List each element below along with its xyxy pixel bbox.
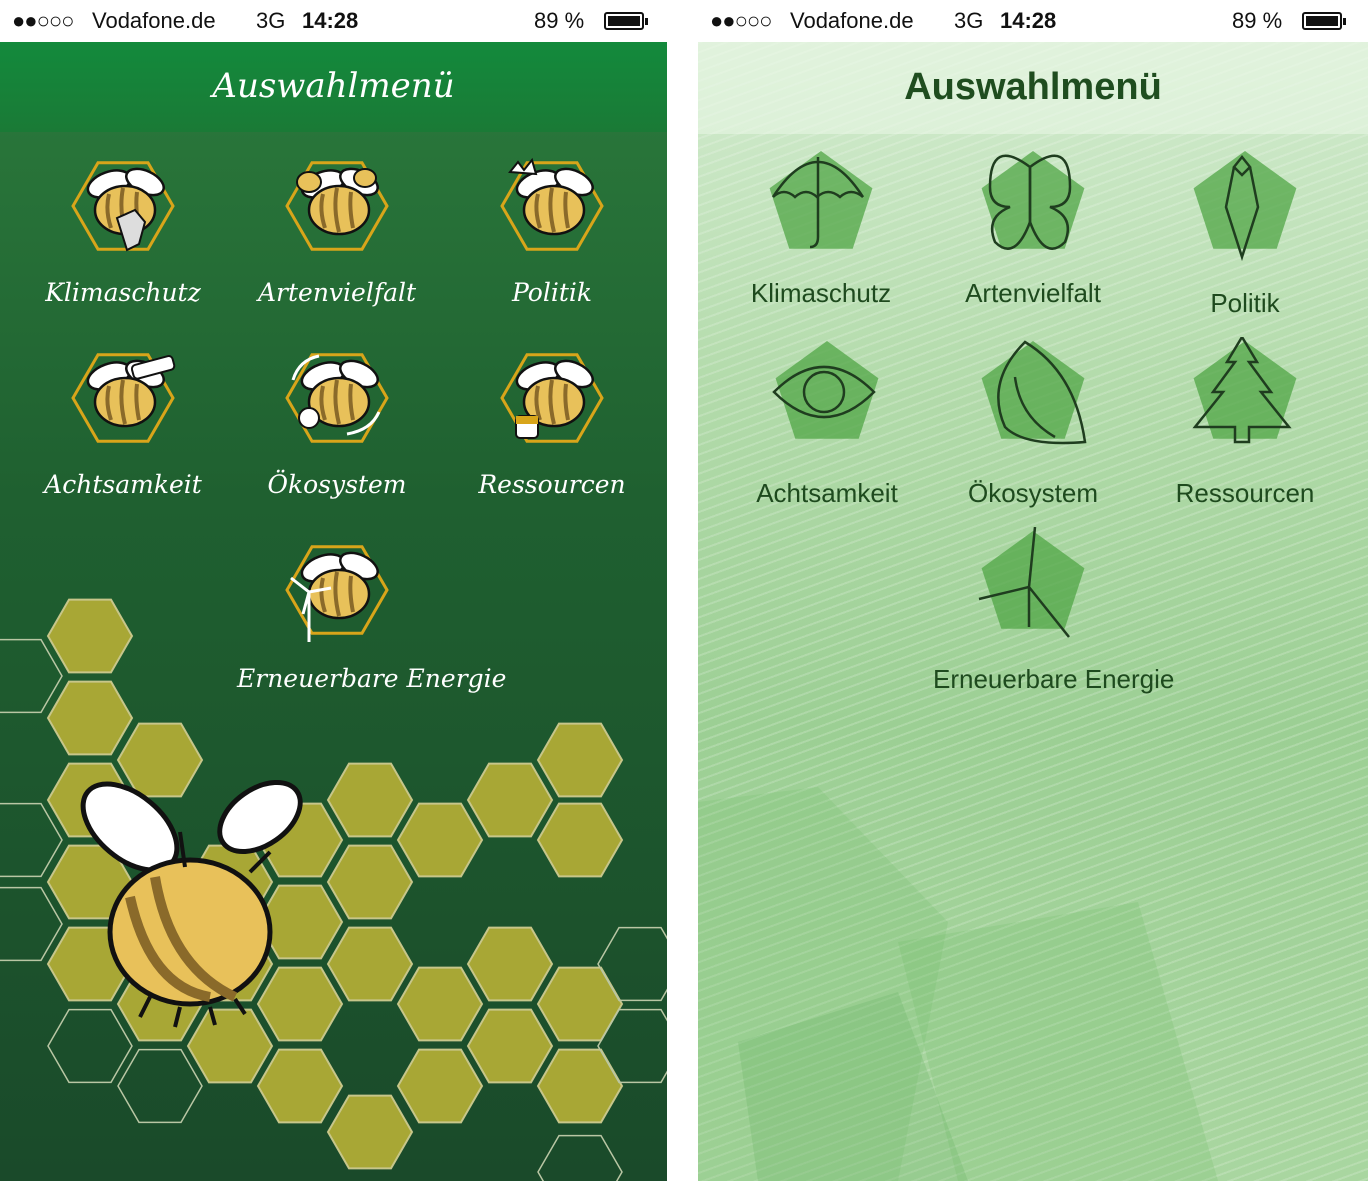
header-bar: Auswahlmenü — [0, 42, 667, 132]
right-phone-screen: ●●○○○ Vodafone.de 3G 14:28 89 % Auswahlm… — [698, 0, 1368, 1181]
menu-item-label: Ressourcen — [478, 470, 626, 499]
honeycomb-cell — [466, 926, 554, 1002]
fountain-pen-icon — [1193, 151, 1297, 262]
menu-item-erneuerbare-energie[interactable]: Erneuerbare Energie — [933, 526, 1174, 704]
menu-item-label: Klimaschutz — [45, 278, 201, 307]
umbrella-icon — [769, 151, 873, 249]
bee-honey-pot-icon — [500, 353, 604, 443]
bee-wind-turbine-icon — [285, 545, 389, 642]
honeycomb-cell — [536, 722, 624, 798]
honeycomb-cell — [396, 1048, 484, 1124]
leaf-icon — [981, 340, 1087, 445]
menu-item-label: Artenvielfalt — [257, 278, 417, 307]
honeycomb-cell — [46, 680, 134, 756]
menu-item-ökosystem[interactable]: Ökosystem — [267, 340, 407, 510]
bee-crown-icon — [500, 157, 604, 251]
wind-turbine-icon — [978, 526, 1085, 638]
menu-item-label: Erneuerbare Energie — [933, 664, 1175, 694]
butterfly-icon — [981, 151, 1085, 250]
honeycomb-cell — [0, 638, 63, 714]
honeycomb-cell — [396, 802, 484, 878]
menu-item-label: Achtsamkeit — [756, 478, 898, 508]
battery-percent: 89 % — [1232, 8, 1283, 33]
menu-item-label: Klimaschutz — [750, 278, 892, 308]
network-type: 3G — [256, 8, 286, 33]
signal-strength: ●●○○○ — [12, 8, 74, 33]
left-phone-screen: ●●○○○ Vodafone.de 3G 14:28 89 % Auswahlm… — [0, 0, 667, 1181]
menu-item-klimaschutz[interactable]: Klimaschutz — [45, 148, 201, 318]
menu-item-politik[interactable]: Politik — [492, 148, 612, 318]
carrier-name: Vodafone.de — [92, 8, 216, 33]
honeycomb-cell — [117, 1048, 203, 1124]
menu-item-label: Ökosystem — [967, 478, 1099, 508]
battery-icon — [604, 12, 648, 30]
battery-percent: 89 % — [534, 8, 585, 33]
bee-flower-cycle-icon — [285, 353, 389, 443]
menu-item-erneuerbare-energie[interactable]: Erneuerbare Energie — [237, 532, 506, 704]
clock: 14:28 — [1000, 8, 1057, 33]
menu-screen: Auswahlmenü Klimaschutz Artenvielfalt Poli… — [698, 42, 1368, 1181]
honeycomb-cell — [0, 886, 63, 962]
status-bar: ●●○○○ Vodafone.de 3G 14:28 89 % — [0, 0, 667, 42]
honeycomb-cell — [466, 1008, 554, 1084]
network-type: 3G — [954, 8, 984, 33]
menu-item-ressourcen[interactable]: Ressourcen — [1176, 334, 1314, 518]
menu-item-label: Ökosystem — [267, 470, 407, 499]
honeycomb-cell — [46, 598, 134, 674]
honeycomb-cell — [466, 762, 554, 838]
menu-item-klimaschutz[interactable]: Klimaschutz — [751, 147, 891, 318]
honeycomb-cell — [0, 802, 63, 878]
fir-tree-icon — [1192, 334, 1297, 444]
clock: 14:28 — [302, 8, 359, 33]
page-title: Auswahlmenü — [904, 66, 1162, 108]
honeycomb-cell — [256, 1048, 344, 1124]
eye-icon — [772, 341, 879, 439]
honeycomb-cell — [536, 1048, 624, 1124]
menu-item-label: Politik — [511, 278, 593, 307]
menu-screen: Auswahlmenü Klimaschutz Artenvielfalt Po — [0, 42, 667, 1181]
menu-item-achtsamkeit[interactable]: Achtsamkeit — [44, 340, 202, 510]
status-bar: ●●○○○ Vodafone.de 3G 14:28 89 % — [698, 0, 1368, 42]
big-bee-illustration — [80, 779, 303, 1028]
menu-item-ressourcen[interactable]: Ressourcen — [478, 340, 626, 510]
bee-shield-icon — [71, 161, 175, 252]
page-title: Auswahlmenü — [212, 66, 455, 106]
honeycomb-cell — [537, 1134, 623, 1181]
menu-item-ökosystem[interactable]: Ökosystem — [968, 337, 1098, 518]
honeycomb-cell — [326, 1094, 414, 1170]
bee-telescope-icon — [71, 353, 176, 443]
honeycomb-cell — [396, 966, 484, 1042]
honeycomb-cell — [536, 802, 624, 878]
menu-item-artenvielfalt[interactable]: Artenvielfalt — [965, 147, 1101, 318]
menu-item-label: Artenvielfalt — [965, 278, 1101, 308]
battery-icon — [1302, 12, 1346, 30]
three-bees-icon — [285, 161, 389, 251]
menu-item-label: Politik — [1210, 288, 1280, 318]
honeycomb-cell — [536, 966, 624, 1042]
header-bar: Auswahlmenü — [698, 42, 1368, 134]
menu-item-politik[interactable]: Politik — [1185, 147, 1305, 328]
menu-item-achtsamkeit[interactable]: Achtsamkeit — [756, 337, 898, 518]
signal-strength: ●●○○○ — [710, 8, 772, 33]
menu-item-label: Erneuerbare Energie — [237, 664, 507, 693]
carrier-name: Vodafone.de — [790, 8, 914, 33]
menu-item-label: Achtsamkeit — [44, 470, 202, 499]
menu-item-label: Ressourcen — [1175, 478, 1315, 508]
menu-item-artenvielfalt[interactable]: Artenvielfalt — [258, 148, 416, 318]
